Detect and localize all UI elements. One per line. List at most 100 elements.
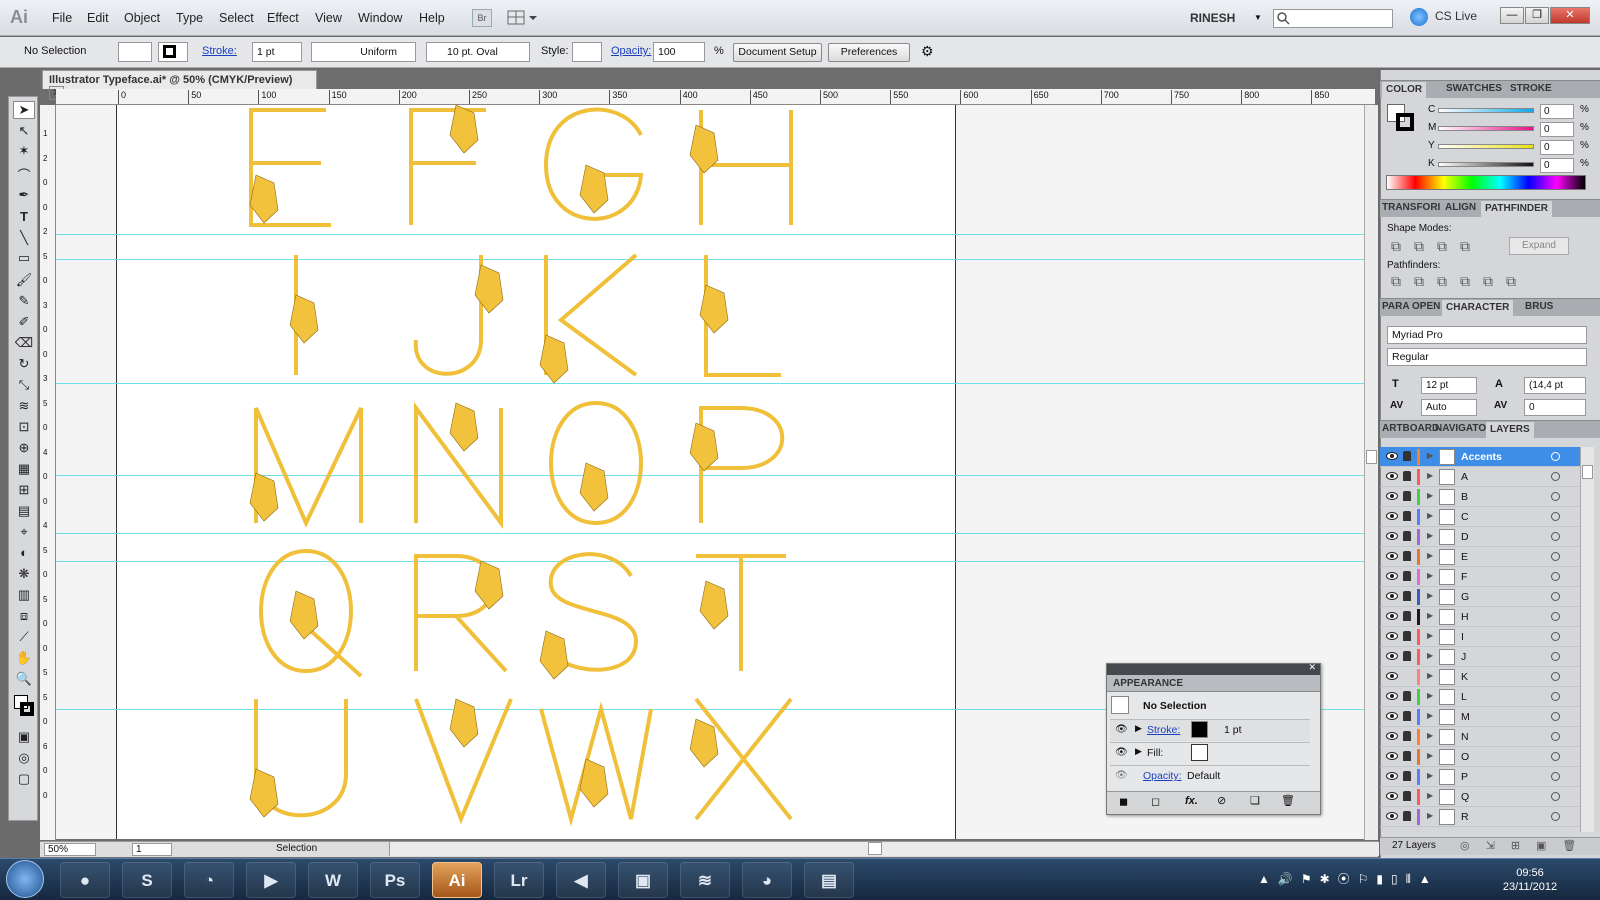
- visibility-eye-icon[interactable]: [1386, 571, 1398, 581]
- layer-row[interactable]: ▶ K: [1380, 667, 1580, 687]
- typeface-glyphs[interactable]: [56, 105, 956, 839]
- layers-scrollbar[interactable]: [1580, 447, 1594, 832]
- visibility-eye-icon[interactable]: [1386, 531, 1398, 541]
- lock-icon[interactable]: [1403, 711, 1411, 721]
- document-setup-button[interactable]: Document Setup: [733, 43, 822, 62]
- lock-icon[interactable]: [1403, 771, 1411, 781]
- layer-row[interactable]: ▶ C: [1380, 507, 1580, 527]
- layer-target-icon[interactable]: [1551, 512, 1560, 521]
- expand-layer-icon[interactable]: ▶: [1427, 591, 1433, 600]
- layer-target-icon[interactable]: [1551, 792, 1560, 801]
- fill-expand-arrow-icon[interactable]: ▶: [1135, 746, 1142, 757]
- layer-target-icon[interactable]: [1551, 692, 1560, 701]
- user-dropdown-icon[interactable]: ▼: [1254, 13, 1262, 22]
- delete-item-icon[interactable]: 🗑: [1281, 794, 1295, 807]
- column-graph-tool-icon[interactable]: ▥: [13, 587, 35, 605]
- fill-stroke-icon[interactable]: [13, 695, 35, 721]
- appearance-stroke-link[interactable]: Stroke:: [1147, 724, 1180, 736]
- menu-effect[interactable]: Effect: [267, 11, 299, 25]
- start-button[interactable]: [6, 860, 44, 898]
- pathfinder-buttons[interactable]: ⧉⧉⧉⧉⧉⧉: [1391, 273, 1529, 290]
- tab-stroke[interactable]: STROKE: [1510, 83, 1552, 94]
- paintbrush-tool-icon[interactable]: 🖌: [13, 272, 35, 290]
- layer-row[interactable]: ▶ D: [1380, 527, 1580, 547]
- menu-type[interactable]: Type: [176, 11, 203, 25]
- warp-tool-icon[interactable]: ≋: [13, 398, 35, 416]
- vertical-ruler[interactable]: 1 2 0 0 2 5 0 3 0 0 3 5 0 4 0 0 4 5 0 5 0 0 5 5 0 6 0 0: [40, 105, 56, 840]
- cs-live-menu[interactable]: CS Live: [1435, 9, 1477, 23]
- bridge-button[interactable]: Br: [472, 9, 492, 27]
- tab-brushes[interactable]: BRUS: [1525, 301, 1553, 312]
- lock-icon[interactable]: [1403, 471, 1411, 481]
- glyph-p[interactable]: [699, 406, 785, 523]
- rectangle-tool-icon[interactable]: ▭: [13, 250, 35, 268]
- expand-layer-icon[interactable]: ▶: [1427, 811, 1433, 820]
- lock-icon[interactable]: [1403, 651, 1411, 661]
- lock-icon[interactable]: [1403, 811, 1411, 821]
- layer-row[interactable]: ▶ Accents: [1380, 447, 1580, 467]
- layer-target-icon[interactable]: [1551, 472, 1560, 481]
- taskbar-lr-icon[interactable]: Lr: [494, 862, 544, 898]
- channel-c-slider[interactable]: [1438, 108, 1534, 113]
- channel-y-slider[interactable]: [1438, 144, 1534, 149]
- layer-target-icon[interactable]: [1551, 632, 1560, 641]
- taskbar-ps-icon[interactable]: Ps: [370, 862, 420, 898]
- expand-layer-icon[interactable]: ▶: [1427, 691, 1433, 700]
- visibility-eye-icon[interactable]: [1386, 451, 1398, 461]
- scale-tool-icon[interactable]: ⤡: [13, 377, 35, 395]
- taskbar-chrome-icon[interactable]: ●: [60, 862, 110, 898]
- color-stroke-swatch[interactable]: [1396, 113, 1414, 131]
- lock-icon[interactable]: [1403, 591, 1411, 601]
- layer-row[interactable]: ▶ F: [1380, 567, 1580, 587]
- tab-paragraph[interactable]: PARA: [1382, 301, 1410, 312]
- lasso-tool-icon[interactable]: ⌒: [13, 165, 35, 183]
- channel-k-field[interactable]: 0: [1540, 158, 1574, 173]
- tracking-field[interactable]: 0: [1524, 399, 1586, 416]
- channel-m-field[interactable]: 0: [1540, 122, 1574, 137]
- layer-row[interactable]: ▶ L: [1380, 687, 1580, 707]
- blob-brush-tool-icon[interactable]: ✐: [13, 314, 35, 332]
- preferences-button[interactable]: Preferences: [828, 43, 910, 62]
- vertical-scrollbar[interactable]: [1364, 105, 1378, 840]
- layer-row[interactable]: ▶ R: [1380, 807, 1580, 827]
- menu-select[interactable]: Select: [219, 11, 254, 25]
- close-button[interactable]: ✕: [1550, 7, 1590, 24]
- add-fill-icon[interactable]: ◻: [1151, 795, 1160, 808]
- lock-icon[interactable]: [1403, 631, 1411, 641]
- taskbar-paint-icon[interactable]: ◕: [742, 862, 792, 898]
- taskbar-word-icon[interactable]: W: [308, 862, 358, 898]
- taskbar-media-icon[interactable]: ▶: [246, 862, 296, 898]
- menu-help[interactable]: Help: [419, 11, 445, 25]
- stroke-expand-arrow-icon[interactable]: ▶: [1135, 723, 1142, 734]
- symbol-sprayer-tool-icon[interactable]: ❋: [13, 566, 35, 584]
- rotate-tool-icon[interactable]: ↻: [13, 356, 35, 374]
- layer-target-icon[interactable]: [1551, 492, 1560, 501]
- layer-target-icon[interactable]: [1551, 572, 1560, 581]
- layer-row[interactable]: ▶ B: [1380, 487, 1580, 507]
- mesh-tool-icon[interactable]: ⊞: [13, 482, 35, 500]
- menu-view[interactable]: View: [315, 11, 342, 25]
- fill-color-swatch[interactable]: [118, 42, 152, 62]
- expand-layer-icon[interactable]: ▶: [1427, 531, 1433, 540]
- visibility-eye-icon[interactable]: [1386, 751, 1398, 761]
- expand-layer-icon[interactable]: ▶: [1427, 771, 1433, 780]
- visibility-eye-icon[interactable]: [1386, 591, 1398, 601]
- menu-object[interactable]: Object: [124, 11, 160, 25]
- clear-appearance-icon[interactable]: ⊘: [1217, 794, 1226, 807]
- layer-row[interactable]: ▶ Q: [1380, 787, 1580, 807]
- zoom-tool-icon[interactable]: 🔍: [13, 671, 35, 689]
- taskbar-network-icon[interactable]: ▣: [618, 862, 668, 898]
- taskbar-skype-icon[interactable]: S: [122, 862, 172, 898]
- color-mode-icon[interactable]: ▣: [13, 729, 35, 747]
- minimize-button[interactable]: —: [1500, 7, 1524, 24]
- layer-target-icon[interactable]: [1551, 612, 1560, 621]
- variable-width-profile[interactable]: Uniform: [311, 42, 416, 62]
- user-menu[interactable]: RINESH: [1190, 11, 1235, 25]
- channel-m-slider[interactable]: [1438, 126, 1534, 131]
- brush-definition[interactable]: 10 pt. Oval: [426, 42, 530, 62]
- layer-target-icon[interactable]: [1551, 652, 1560, 661]
- taskbar-explorer-icon[interactable]: ▤: [804, 862, 854, 898]
- selection-tool-icon[interactable]: ➤: [13, 101, 35, 119]
- taskbar-spotify-icon[interactable]: ≋: [680, 862, 730, 898]
- glyph-h[interactable]: [699, 110, 793, 225]
